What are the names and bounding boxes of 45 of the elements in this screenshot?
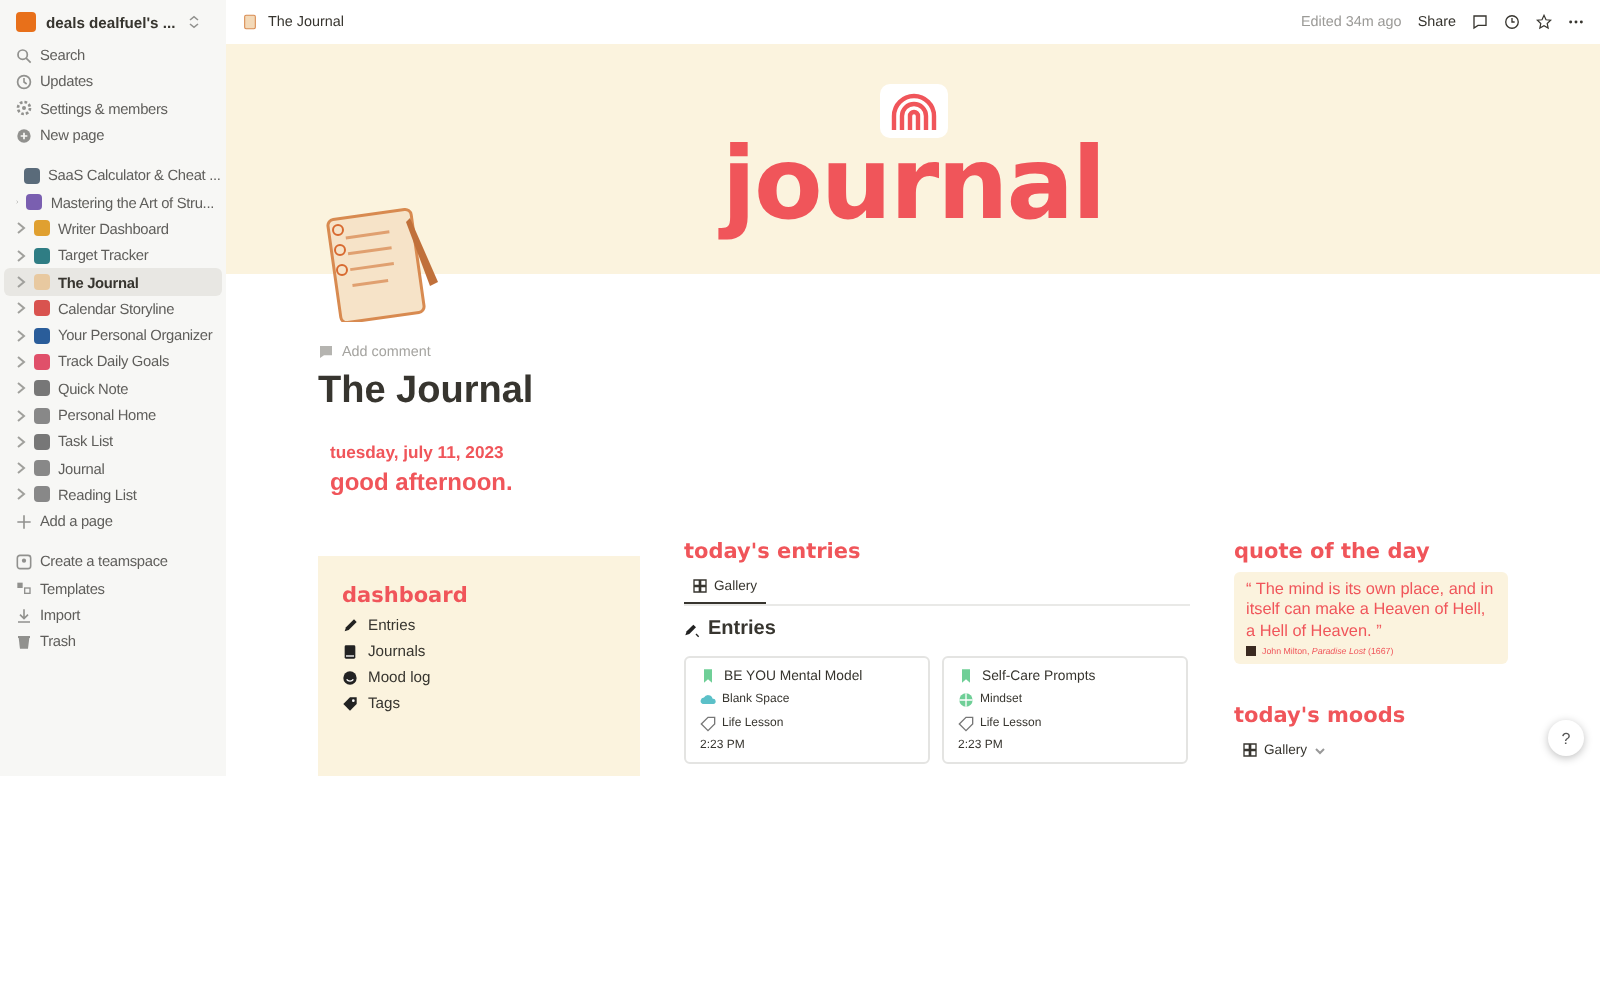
cloud-icon (700, 692, 716, 708)
greeting-text: good afternoon. (330, 468, 515, 496)
clock-icon (16, 73, 32, 90)
switch-icon (185, 14, 202, 30)
tag-icon (958, 716, 974, 732)
trash-icon (16, 633, 32, 650)
teamspace-icon (16, 553, 32, 570)
comment-icon (1472, 13, 1488, 30)
caret-icon (1313, 745, 1326, 756)
page-title: The Journal (318, 370, 536, 414)
tag-icon (700, 716, 716, 732)
smiley-icon (342, 669, 358, 685)
cover-title: journal (721, 134, 1105, 235)
help-button[interactable]: ? (1548, 720, 1584, 756)
comment-icon (318, 343, 334, 359)
tag-icon (342, 695, 358, 711)
quote-heading: quote of the day (1234, 540, 1432, 564)
star-icon (1536, 13, 1552, 30)
history-icon (1504, 13, 1520, 30)
bookmark-icon (700, 668, 716, 684)
chevron-icon (16, 249, 26, 262)
quote-text: “ The mind is its own place, and in itself can make a Heaven of Hell, a Hell of Heaven. ” (1246, 580, 1496, 642)
plus-circle-icon (16, 127, 32, 144)
database-title: Entries (708, 618, 776, 640)
notebook-icon (242, 13, 258, 30)
chevron-icon (16, 435, 26, 448)
grid-icon (1242, 742, 1258, 759)
dashboard-heading: dashboard (342, 584, 470, 608)
download-icon (16, 607, 32, 624)
search-icon (16, 47, 32, 64)
workspace-logo (16, 12, 36, 32)
chevron-icon (16, 409, 26, 421)
pen-icon (684, 621, 700, 637)
date-text: tuesday, july 11, 2023 (330, 442, 506, 462)
chevron-icon (16, 382, 26, 395)
templates-icon (16, 580, 32, 597)
settings-icon (16, 100, 32, 117)
plus-icon (16, 513, 32, 530)
pen-icon (342, 617, 358, 633)
grid-icon (692, 578, 708, 594)
globe-icon (958, 692, 974, 708)
bookmark-icon (958, 668, 974, 684)
entries-heading: today's entries (684, 540, 863, 564)
moods-heading: today's moods (1234, 704, 1408, 729)
rainbow-icon (875, 82, 951, 143)
